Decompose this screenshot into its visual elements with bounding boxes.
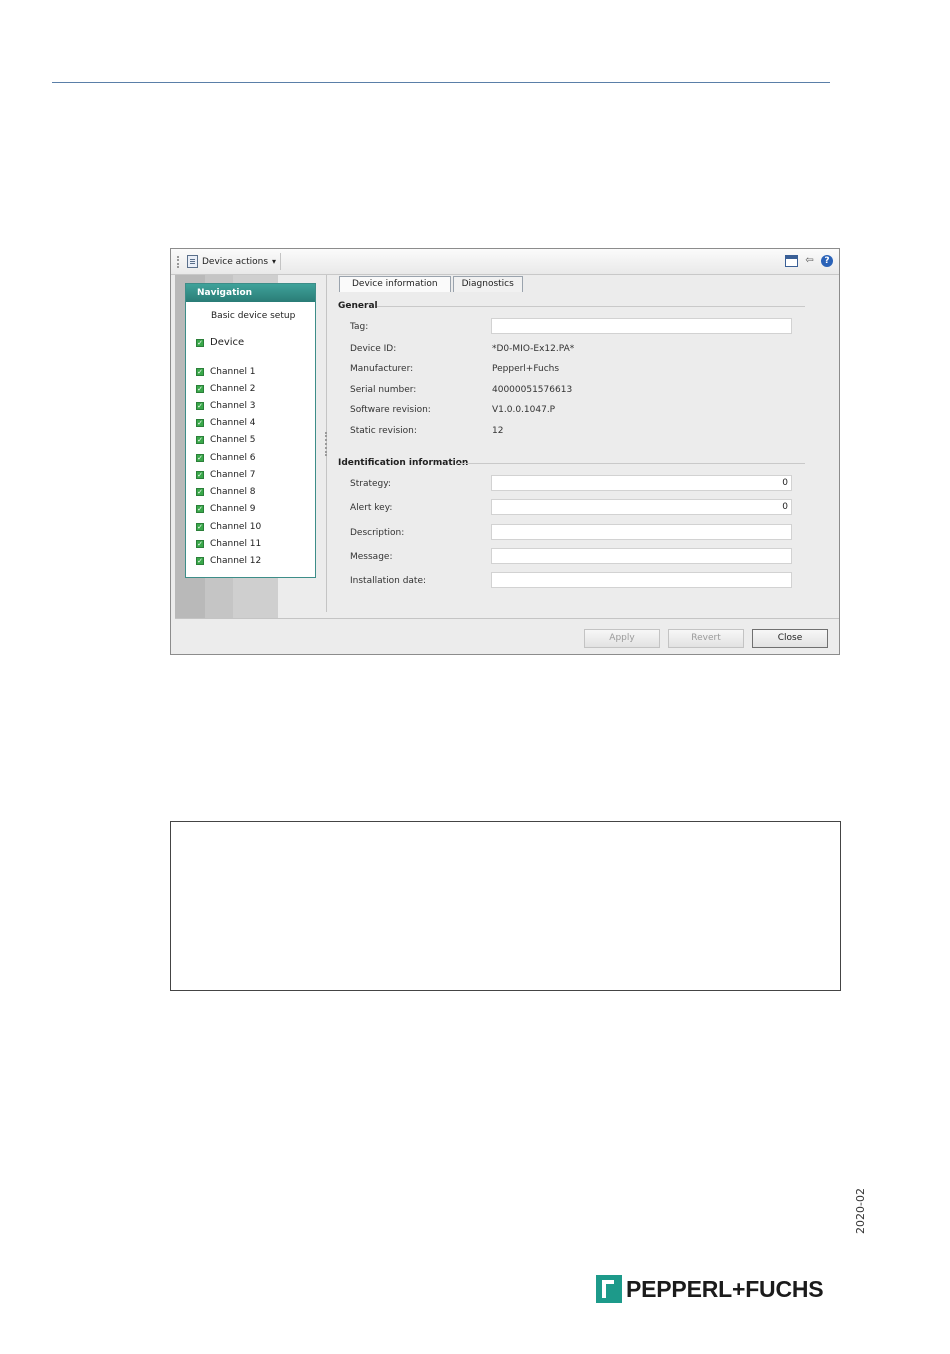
device-id-label: Device ID: [350, 344, 397, 354]
check-icon: ✓ [196, 488, 204, 496]
manufacturer-value: Pepperl+Fuchs [492, 364, 560, 374]
logo-mark-icon [596, 1275, 622, 1303]
nav-item-label: Channel 9 [210, 504, 256, 514]
check-icon: ✓ [196, 419, 204, 427]
description-label: Description: [350, 528, 405, 538]
check-icon: ✓ [196, 557, 204, 565]
date-code: 2020-02 [854, 1188, 867, 1234]
nav-item-channel-3[interactable]: ✓ Channel 3 [196, 401, 256, 411]
header-rule [52, 82, 830, 83]
empty-note-box [170, 821, 841, 991]
manufacturer-label: Manufacturer: [350, 364, 414, 374]
serial-number-value: 40000051576613 [492, 385, 573, 395]
general-divider [377, 306, 805, 307]
check-icon: ✓ [196, 402, 204, 410]
tab-bar: Device information Diagnostics [339, 276, 525, 292]
alert-key-label: Alert key: [350, 503, 393, 513]
nav-item-label: Channel 7 [210, 470, 256, 480]
tag-label: Tag: [350, 322, 369, 332]
nav-item-label: Channel 2 [210, 384, 256, 394]
device-actions-menu[interactable]: Device actions ▾ [185, 253, 282, 270]
navigation-panel: Navigation Basic device setup ✓ Device ✓… [185, 283, 316, 578]
check-icon: ✓ [196, 368, 204, 376]
toolbar-grip-icon[interactable] [177, 256, 181, 268]
nav-item-label: Channel 5 [210, 435, 256, 445]
installation-date-input[interactable] [491, 572, 792, 588]
tab-device-information[interactable]: Device information [339, 276, 451, 292]
nav-item-basic-setup[interactable]: Basic device setup [211, 311, 295, 321]
static-revision-value: 12 [492, 426, 504, 436]
check-icon: ✓ [196, 505, 204, 513]
nav-item-channel-12[interactable]: ✓ Channel 12 [196, 556, 261, 566]
nav-item-label: Channel 3 [210, 401, 256, 411]
tab-diagnostics[interactable]: Diagnostics [452, 276, 523, 292]
alert-key-input[interactable] [491, 499, 792, 515]
nav-item-label: Channel 1 [210, 367, 256, 377]
check-icon: ✓ [196, 471, 204, 479]
device-dialog: Device actions ▾ ⇦ ? Navigation Basic de… [170, 248, 840, 655]
nav-item-label: Channel 8 [210, 487, 256, 497]
nav-item-channel-1[interactable]: ✓ Channel 1 [196, 367, 256, 377]
nav-item-channel-6[interactable]: ✓ Channel 6 [196, 453, 256, 463]
chevron-down-icon: ▾ [272, 257, 277, 266]
check-icon: ✓ [196, 454, 204, 462]
nav-item-channel-2[interactable]: ✓ Channel 2 [196, 384, 256, 394]
help-icon[interactable]: ? [821, 254, 833, 267]
strategy-label: Strategy: [350, 479, 391, 489]
description-input[interactable] [491, 524, 792, 540]
check-icon: ✓ [196, 338, 204, 347]
installation-date-label: Installation date: [350, 576, 427, 586]
navigation-title: Navigation [186, 284, 315, 302]
nav-item-device[interactable]: ✓ Device [196, 337, 244, 348]
nav-item-channel-8[interactable]: ✓ Channel 8 [196, 487, 256, 497]
document-icon [187, 255, 198, 268]
apply-button[interactable]: Apply [584, 629, 660, 648]
strategy-input[interactable] [491, 475, 792, 491]
brand-logo: PEPPERL+FUCHS [596, 1275, 824, 1303]
nav-item-channel-4[interactable]: ✓ Channel 4 [196, 418, 256, 428]
nav-item-channel-5[interactable]: ✓ Channel 5 [196, 435, 256, 445]
revert-button[interactable]: Revert [668, 629, 744, 648]
identification-section-title: Identification information [338, 458, 469, 468]
check-icon: ✓ [196, 523, 204, 531]
identification-divider [457, 463, 805, 464]
device-actions-label: Device actions [202, 256, 269, 267]
software-revision-label: Software revision: [350, 405, 431, 415]
nav-item-label: Basic device setup [211, 311, 296, 321]
static-revision-label: Static revision: [350, 426, 417, 436]
close-button[interactable]: Close [752, 629, 828, 648]
toolbar: Device actions ▾ ⇦ ? [171, 249, 839, 275]
window-icon[interactable] [785, 254, 798, 267]
pin-icon[interactable]: ⇦ [803, 254, 816, 267]
nav-item-label: Device [210, 337, 245, 348]
button-bar-divider [175, 618, 839, 619]
splitter-grip-icon[interactable] [325, 432, 330, 456]
nav-item-channel-11[interactable]: ✓ Channel 11 [196, 539, 261, 549]
serial-number-label: Serial number: [350, 385, 417, 395]
nav-item-label: Channel 11 [210, 539, 262, 549]
message-input[interactable] [491, 548, 792, 564]
nav-item-label: Channel 4 [210, 418, 256, 428]
nav-item-channel-10[interactable]: ✓ Channel 10 [196, 522, 261, 532]
device-id-value: *D0-MIO-Ex12.PA* [492, 344, 575, 354]
tag-input[interactable] [491, 318, 792, 334]
check-icon: ✓ [196, 436, 204, 444]
brand-name: PEPPERL+FUCHS [626, 1275, 824, 1302]
nav-item-label: Channel 10 [210, 522, 262, 532]
general-section-title: General [338, 301, 378, 311]
nav-item-channel-9[interactable]: ✓ Channel 9 [196, 504, 256, 514]
nav-item-label: Channel 12 [210, 556, 262, 566]
check-icon: ✓ [196, 385, 204, 393]
nav-item-label: Channel 6 [210, 453, 256, 463]
message-label: Message: [350, 552, 393, 562]
software-revision-value: V1.0.0.1047.P [492, 405, 556, 415]
nav-item-channel-7[interactable]: ✓ Channel 7 [196, 470, 256, 480]
check-icon: ✓ [196, 540, 204, 548]
